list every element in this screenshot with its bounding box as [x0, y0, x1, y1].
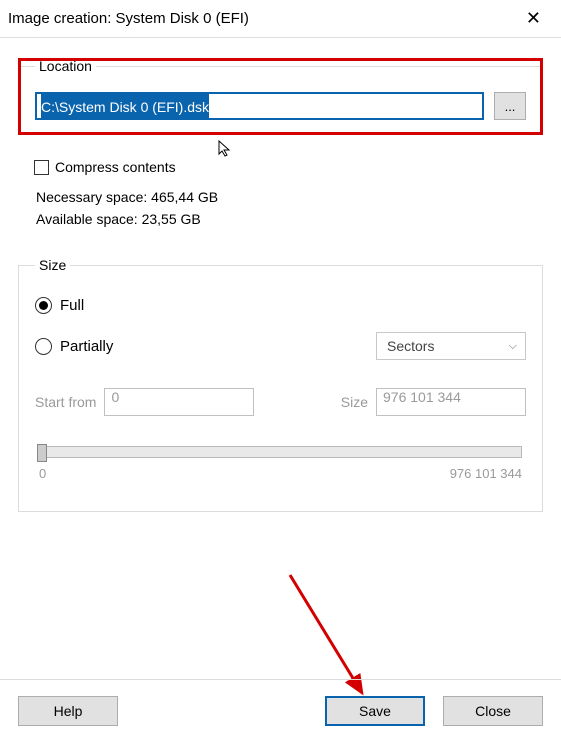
size-label: Size — [341, 394, 368, 410]
location-path-text: C:\System Disk 0 (EFI).dsk — [41, 94, 209, 120]
compress-checkbox-row[interactable]: Compress contents — [34, 159, 527, 175]
size-input[interactable]: 976 101 344 — [376, 388, 526, 416]
start-from-label: Start from — [35, 394, 96, 410]
unit-selected: Sectors — [387, 338, 434, 354]
slider-max-label: 976 101 344 — [450, 466, 522, 481]
full-radio[interactable] — [35, 297, 52, 314]
partial-radio-row[interactable]: Partially — [35, 338, 113, 355]
size-legend: Size — [35, 257, 70, 273]
location-legend: Location — [35, 58, 96, 74]
ellipsis-icon: ... — [505, 99, 516, 114]
browse-button[interactable]: ... — [494, 92, 526, 120]
size-slider[interactable]: 0 976 101 344 — [39, 446, 522, 481]
slider-thumb[interactable] — [37, 444, 47, 462]
start-from-input[interactable]: 0 — [104, 388, 254, 416]
chevron-down-icon: ⌵ — [509, 340, 517, 353]
location-group: Location C:\System Disk 0 (EFI).dsk ... — [18, 58, 543, 135]
slider-track[interactable] — [39, 446, 522, 458]
save-button[interactable]: Save — [325, 696, 425, 726]
size-group: Size Full Partially Sectors ⌵ Start from… — [18, 257, 543, 512]
partial-radio[interactable] — [35, 338, 52, 355]
close-button[interactable]: Close — [443, 696, 543, 726]
window-title: Image creation: System Disk 0 (EFI) — [8, 10, 249, 27]
location-path-input[interactable]: C:\System Disk 0 (EFI).dsk — [35, 92, 484, 120]
full-radio-row[interactable]: Full — [35, 297, 526, 314]
full-label: Full — [60, 297, 84, 314]
help-button[interactable]: Help — [18, 696, 118, 726]
partial-label: Partially — [60, 338, 113, 355]
dialog-content: Location C:\System Disk 0 (EFI).dsk ... … — [0, 38, 561, 512]
slider-min-label: 0 — [39, 466, 46, 481]
close-icon[interactable]: ✕ — [520, 8, 547, 29]
compress-label: Compress contents — [55, 159, 176, 175]
location-extra: Compress contents Necessary space: 465,4… — [18, 145, 543, 227]
available-space-label: Available space: 23,55 GB — [34, 211, 527, 227]
button-bar: Help Save Close — [0, 679, 561, 742]
titlebar: Image creation: System Disk 0 (EFI) ✕ — [0, 0, 561, 38]
unit-select[interactable]: Sectors ⌵ — [376, 332, 526, 360]
compress-checkbox[interactable] — [34, 160, 49, 175]
necessary-space-label: Necessary space: 465,44 GB — [34, 189, 527, 205]
